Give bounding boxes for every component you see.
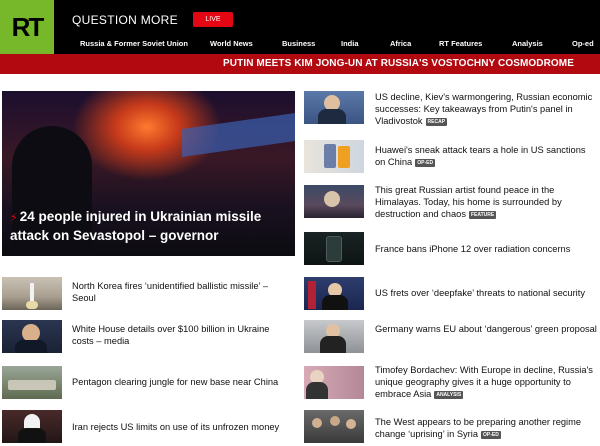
breaking-banner-text: PUTIN MEETS KIM JONG-UN AT RUSSIA'S VOST…: [223, 58, 574, 69]
story-headline[interactable]: Timofey Bordachev: With Europe in declin…: [375, 364, 597, 400]
story-headline[interactable]: North Korea fires ‘unidentified ballisti…: [72, 280, 292, 304]
nav-item-russia[interactable]: Russia & Former Soviet Union: [80, 39, 188, 48]
story-headline[interactable]: Pentagon clearing jungle for new base ne…: [72, 376, 292, 388]
story-thumbnail-iran[interactable]: [2, 410, 62, 443]
story-headline[interactable]: White House details over $100 billion in…: [72, 323, 292, 347]
story-thumbnail-syria[interactable]: [304, 410, 364, 443]
site-tagline: QUESTION MORE: [72, 13, 178, 27]
live-button[interactable]: LIVE: [193, 12, 233, 27]
hero-title[interactable]: ⚡︎ 24 people injured in Ukrainian missile…: [10, 208, 290, 244]
story-thumbnail-missile[interactable]: [2, 277, 62, 310]
story-thumbnail-huawei[interactable]: [304, 140, 364, 173]
hero-story[interactable]: ⚡︎ 24 people injured in Ukrainian missile…: [2, 91, 295, 256]
story-headline[interactable]: This great Russian artist found peace in…: [375, 184, 597, 220]
story-thumbnail-white-house[interactable]: [2, 320, 62, 353]
story-tag: RECAP: [425, 117, 448, 126]
story-headline[interactable]: Germany warns EU about ‘dangerous’ green…: [375, 323, 597, 335]
story-headline[interactable]: US frets over ‘deepfake’ threats to nati…: [375, 287, 597, 299]
story-tag: OP-ED: [415, 158, 436, 167]
nav-item-india[interactable]: India: [341, 39, 359, 48]
story-thumbnail-deepfake[interactable]: [304, 277, 364, 310]
nav-item-rt-features[interactable]: RT Features: [439, 39, 482, 48]
site-header: RT QUESTION MORE LIVE Russia & Former So…: [0, 0, 600, 54]
story-headline[interactable]: The West appears to be preparing another…: [375, 416, 597, 440]
nav-item-business[interactable]: Business: [282, 39, 315, 48]
story-headline[interactable]: Huawei's sneak attack tears a hole in US…: [375, 144, 597, 168]
nav-item-op-ed[interactable]: Op-ed: [572, 39, 594, 48]
story-thumbnail-germany[interactable]: [304, 320, 364, 353]
story-thumbnail-jungle[interactable]: [2, 366, 62, 399]
story-headline[interactable]: France bans iPhone 12 over radiation con…: [375, 243, 597, 255]
story-tag: FEATURE: [468, 210, 497, 219]
story-tag: OP-ED: [481, 430, 501, 439]
breaking-banner[interactable]: PUTIN MEETS KIM JONG-UN AT RUSSIA'S VOST…: [0, 54, 600, 74]
story-thumbnail-bordachev[interactable]: [304, 366, 364, 399]
story-headline[interactable]: Iran rejects US limits on use of its unf…: [72, 421, 292, 433]
story-thumbnail-artist[interactable]: [304, 185, 364, 218]
story-tag: ANALYSIS: [434, 390, 464, 399]
nav-item-analysis[interactable]: Analysis: [512, 39, 543, 48]
lightning-bolt-icon: ⚡︎: [10, 212, 18, 224]
story-thumbnail-iphone[interactable]: [304, 232, 364, 265]
nav-item-africa[interactable]: Africa: [390, 39, 411, 48]
main-nav: Russia & Former Soviet Union World News …: [0, 39, 600, 51]
story-thumbnail-putin-panel[interactable]: [304, 91, 364, 124]
story-headline[interactable]: US decline, Kiev's warmongering, Russian…: [375, 91, 597, 127]
nav-item-world-news[interactable]: World News: [210, 39, 253, 48]
